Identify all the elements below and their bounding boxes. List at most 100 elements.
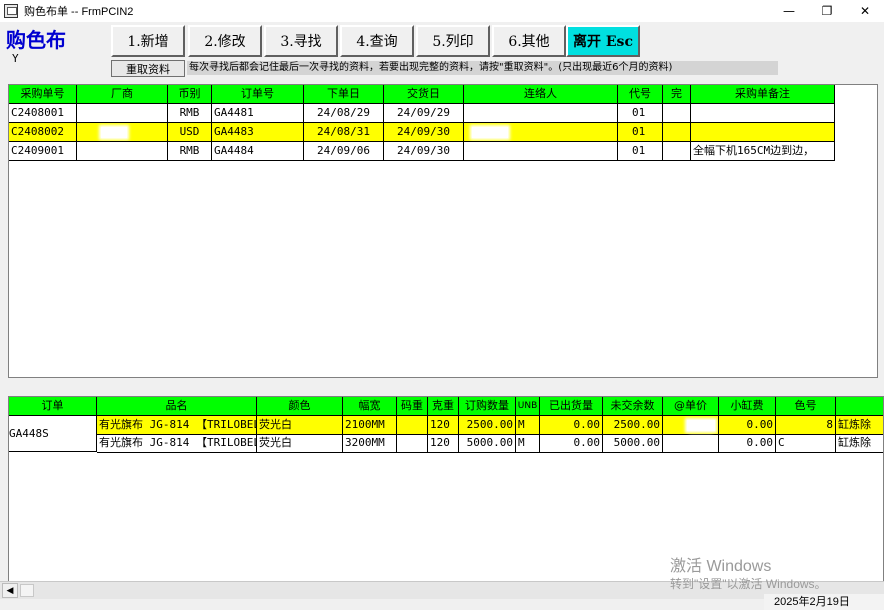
contact-cell[interactable]: [464, 104, 618, 123]
vendor-cell[interactable]: [77, 123, 168, 142]
purchase-order-grid[interactable]: 采购单号 厂商 币别 订单号 下单日 交货日 连络人 代号 完 采购单备注 C2…: [8, 84, 878, 378]
qty-cell[interactable]: 2500.00: [459, 416, 516, 435]
unit-cell[interactable]: M: [516, 416, 540, 435]
redacted-mask: [466, 145, 492, 157]
print-button[interactable]: 5.列印: [416, 25, 490, 57]
code-cell[interactable]: 01: [618, 104, 663, 123]
code-cell[interactable]: 01: [618, 142, 663, 161]
yard-weight-cell[interactable]: [397, 434, 428, 453]
find-button[interactable]: 3.寻找: [264, 25, 338, 57]
activation-watermark-title: 激活 Windows: [670, 558, 772, 575]
color-cell[interactable]: 荧光白: [257, 434, 343, 453]
table-row[interactable]: 有光旗布 JG-814 【TRILOBEL 荧光白 2100MM 120 250…: [9, 416, 883, 435]
shipped-cell[interactable]: 0.00: [540, 416, 603, 435]
activation-watermark-text: 转到"设置"以激活 Windows。: [670, 577, 827, 591]
delivery-date-cell[interactable]: 24/09/29: [384, 104, 464, 123]
vendor-cell[interactable]: [77, 104, 168, 123]
detail-header-cell: 码重: [397, 397, 428, 416]
product-name-cell[interactable]: 有光旗布 JG-814 【TRILOBEL: [97, 434, 257, 453]
po-header-cell: 币别: [168, 85, 212, 104]
remain-cell[interactable]: 2500.00: [603, 416, 663, 435]
redacted-mask: [691, 437, 711, 449]
order-date-cell[interactable]: 24/08/31: [304, 123, 384, 142]
detail-header-cell: 幅宽: [343, 397, 397, 416]
remark-cell[interactable]: [691, 104, 835, 123]
po-header-cell: 采购单备注: [691, 85, 835, 104]
close-button[interactable]: ✕: [846, 0, 884, 22]
detail-header-cell: [836, 397, 883, 416]
redacted-mask: [101, 107, 129, 119]
price-cell[interactable]: [663, 416, 719, 435]
remark-cell[interactable]: [691, 123, 835, 142]
scroll-left-arrow-icon[interactable]: ◀: [2, 583, 18, 598]
exit-button[interactable]: 离开 Esc: [566, 25, 640, 57]
order-date-cell[interactable]: 24/09/06: [304, 142, 384, 161]
currency-cell[interactable]: USD: [168, 123, 212, 142]
delivery-date-cell[interactable]: 24/09/30: [384, 142, 464, 161]
remain-cell[interactable]: 5000.00: [603, 434, 663, 453]
unit-cell[interactable]: M: [516, 434, 540, 453]
detail-header-cell: 品名: [97, 397, 257, 416]
order-date-cell[interactable]: 24/08/29: [304, 104, 384, 123]
width-cell[interactable]: 3200MM: [343, 434, 397, 453]
detail-header-cell: 小缸费: [719, 397, 776, 416]
table-row[interactable]: C2408002 USD GA4483 24/08/31 24/09/30 01: [9, 123, 835, 142]
gsm-cell[interactable]: 120: [428, 434, 459, 453]
table-row[interactable]: C2408001 RMB GA4481 24/08/29 24/09/29 01: [9, 104, 835, 123]
gsm-cell[interactable]: 120: [428, 416, 459, 435]
delivery-date-cell[interactable]: 24/09/30: [384, 123, 464, 142]
note-cell[interactable]: 缸炼除: [836, 416, 883, 435]
price-cell[interactable]: [663, 434, 719, 453]
table-row[interactable]: 有光旗布 JG-814 【TRILOBEL 荧光白 3200MM 120 500…: [9, 434, 883, 453]
detail-header-cell: 色号: [776, 397, 836, 416]
color-no-cell[interactable]: 8: [776, 416, 836, 435]
done-cell[interactable]: [663, 142, 691, 161]
po-header-cell: 交货日: [384, 85, 464, 104]
table-row[interactable]: C2409001 RMB GA4484 24/09/06 24/09/30 01…: [9, 142, 835, 161]
remark-cell[interactable]: 全幅下机165CM边到边，: [691, 142, 835, 161]
done-cell[interactable]: [663, 123, 691, 142]
currency-cell[interactable]: RMB: [168, 142, 212, 161]
form-title: 购色布: [6, 28, 66, 52]
po-grid-scrollbar[interactable]: [878, 84, 884, 378]
po-number-cell[interactable]: C2408002: [9, 123, 77, 142]
order-number-cell[interactable]: GA4484: [212, 142, 304, 161]
other-button[interactable]: 6.其他: [492, 25, 566, 57]
detail-header-cell: 未交余数: [603, 397, 663, 416]
detail-header-cell: 已出货量: [540, 397, 603, 416]
dye-fee-cell[interactable]: 0.00: [719, 434, 776, 453]
restore-button[interactable]: ❐: [808, 0, 846, 22]
qty-cell[interactable]: 5000.00: [459, 434, 516, 453]
product-name-cell[interactable]: 有光旗布 JG-814 【TRILOBEL: [97, 416, 257, 435]
order-number-cell[interactable]: GA4481: [212, 104, 304, 123]
width-cell[interactable]: 2100MM: [343, 416, 397, 435]
note-cell[interactable]: 缸炼除: [836, 434, 883, 453]
po-number-cell[interactable]: C2409001: [9, 142, 77, 161]
po-header-row: 采购单号 厂商 币别 订单号 下单日 交货日 连络人 代号 完 采购单备注: [9, 85, 835, 104]
contact-cell[interactable]: [464, 142, 618, 161]
refresh-button[interactable]: 重取资料: [111, 60, 185, 77]
po-header-cell: 厂商: [77, 85, 168, 104]
code-cell[interactable]: 01: [618, 123, 663, 142]
detail-header-cell: 克重: [428, 397, 459, 416]
po-number-cell[interactable]: C2408001: [9, 104, 77, 123]
done-cell[interactable]: [663, 104, 691, 123]
scroll-thumb[interactable]: [20, 584, 34, 597]
po-header-cell: 下单日: [304, 85, 384, 104]
app-icon: [4, 4, 18, 18]
query-button[interactable]: 4.查询: [340, 25, 414, 57]
order-number-cell[interactable]: GA4483: [212, 123, 304, 142]
contact-cell[interactable]: [464, 123, 618, 142]
edit-button[interactable]: 2.修改: [188, 25, 262, 57]
currency-cell[interactable]: RMB: [168, 104, 212, 123]
yard-weight-cell[interactable]: [397, 416, 428, 435]
new-button[interactable]: 1.新增: [111, 25, 185, 57]
minimize-button[interactable]: —: [770, 0, 808, 22]
dye-fee-cell[interactable]: 0.00: [719, 416, 776, 435]
title-bar: 购色布单 -- FrmPCIN2 — ❐ ✕: [0, 0, 884, 22]
color-cell[interactable]: 荧光白: [257, 416, 343, 435]
color-no-cell[interactable]: C: [776, 434, 836, 453]
vendor-cell[interactable]: [77, 142, 168, 161]
detail-header-row: 订单 品名 颜色 幅宽 码重 克重 订购数量 UNB 已出货量 未交余数 @单价…: [9, 397, 883, 416]
shipped-cell[interactable]: 0.00: [540, 434, 603, 453]
